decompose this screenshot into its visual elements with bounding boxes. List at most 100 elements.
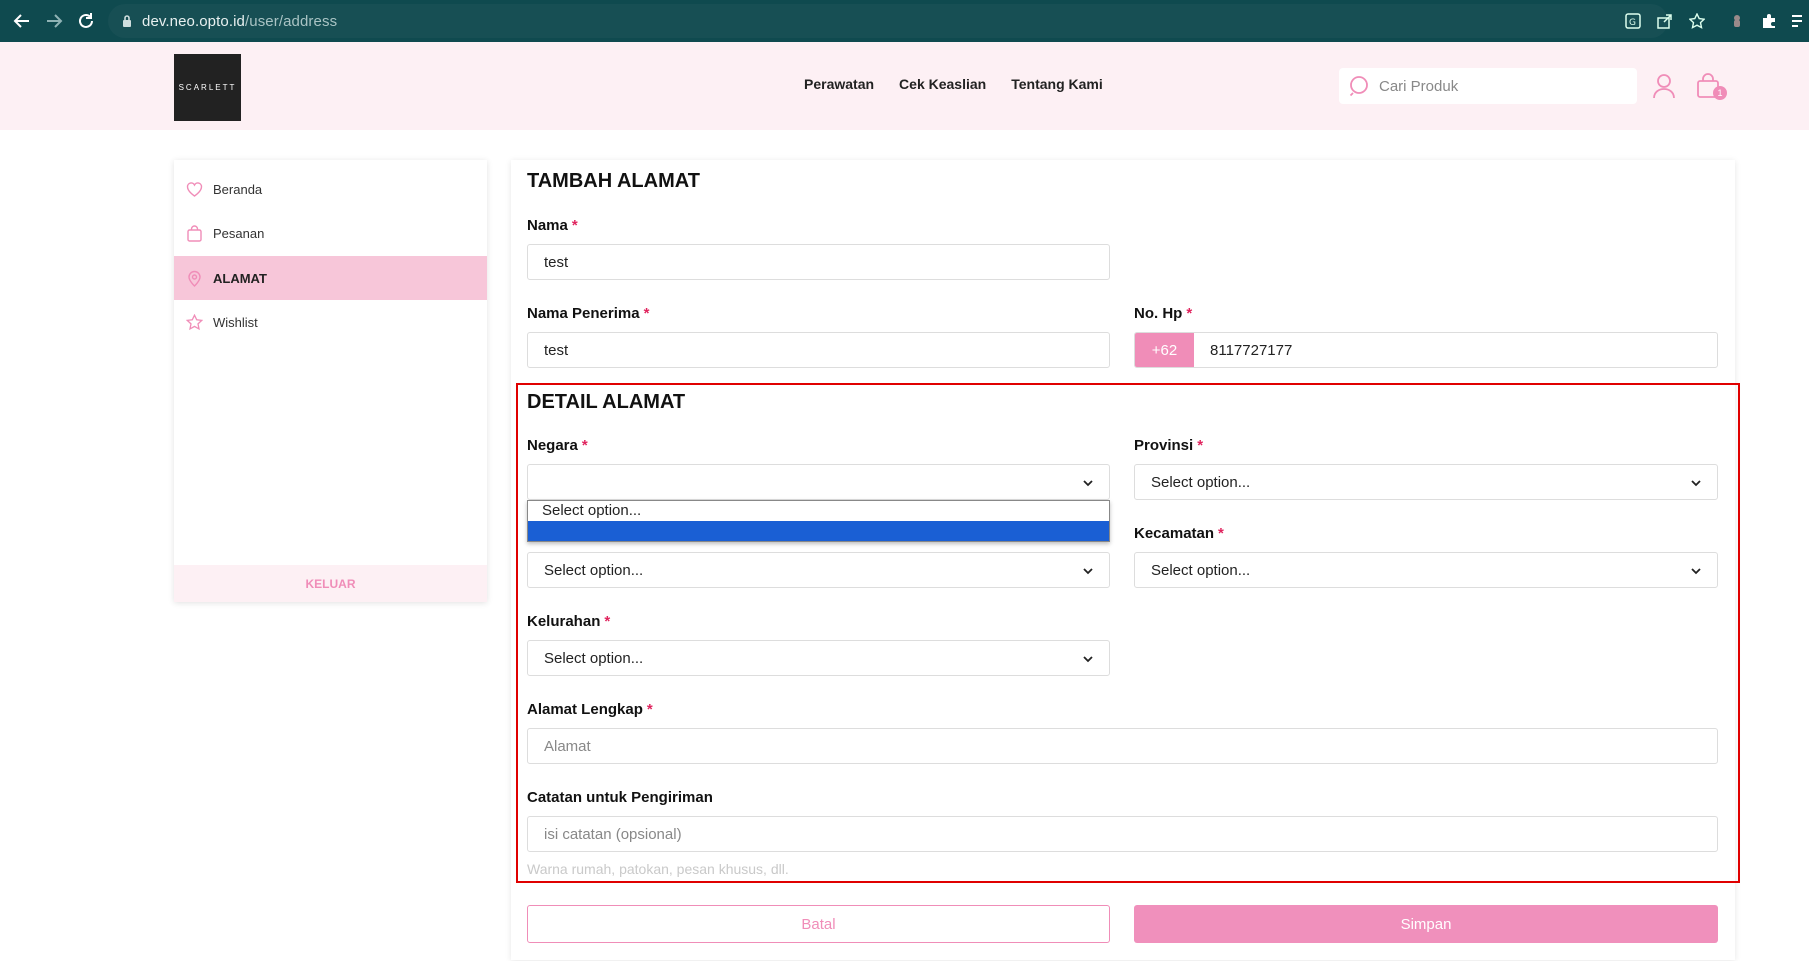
- no-hp-label-text: No. Hp: [1134, 305, 1183, 322]
- reading-list-icon[interactable]: [1789, 11, 1809, 31]
- provinsi-selected-value: Select option...: [1151, 473, 1251, 491]
- url-path: /user/address: [244, 12, 338, 30]
- logout-label: KELUAR: [305, 576, 356, 591]
- nav-link-cek-keaslian[interactable]: Cek Keaslian: [899, 76, 986, 92]
- kelurahan-label-text: Kelurahan: [527, 613, 601, 630]
- bookmark-star-icon[interactable]: [1687, 11, 1707, 31]
- nama-label-text: Nama: [527, 217, 568, 234]
- logo-text: SCARLETT: [178, 83, 237, 92]
- required-marker: *: [604, 613, 611, 630]
- alamat-lengkap-field: [527, 728, 1718, 764]
- share-icon[interactable]: [1655, 11, 1675, 31]
- sidebar-item-beranda[interactable]: Beranda: [174, 167, 487, 211]
- svg-text:G: G: [1629, 18, 1636, 28]
- negara-label-text: Negara: [527, 437, 578, 454]
- kota-select[interactable]: Select option...: [527, 552, 1110, 588]
- sidebar-item-pesanan[interactable]: Pesanan: [174, 211, 487, 255]
- dropdown-option[interactable]: Select option...: [528, 501, 1109, 521]
- brand-logo[interactable]: SCARLETT: [174, 54, 241, 121]
- provinsi-select[interactable]: Select option...: [1134, 464, 1718, 500]
- required-marker: *: [1186, 305, 1193, 322]
- required-marker: *: [646, 701, 653, 718]
- nama-penerima-label-text: Nama Penerima: [527, 305, 640, 322]
- nama-penerima-input[interactable]: [544, 341, 1081, 359]
- nama-penerima-field: [527, 332, 1110, 368]
- kota-selected-value: Select option...: [544, 561, 644, 579]
- kecamatan-label-text: Kecamatan: [1134, 525, 1215, 542]
- cart-count-badge: 1: [1713, 86, 1727, 100]
- provinsi-label-text: Provinsi: [1134, 437, 1194, 454]
- negara-select[interactable]: [527, 464, 1110, 500]
- back-icon[interactable]: [11, 10, 33, 32]
- kelurahan-selected-value: Select option...: [544, 649, 644, 667]
- location-pin-icon: [186, 270, 203, 287]
- negara-dropdown-list: Select option...: [527, 500, 1110, 542]
- main-nav: Perawatan Cek Keaslian Tentang Kami: [804, 76, 1103, 92]
- alamat-lengkap-input[interactable]: [544, 737, 1659, 755]
- negara-label: Negara *: [527, 437, 588, 454]
- cancel-button[interactable]: Batal: [527, 905, 1110, 943]
- search-icon[interactable]: [1349, 75, 1371, 97]
- kecamatan-selected-value: Select option...: [1151, 561, 1251, 579]
- save-button[interactable]: Simpan: [1134, 905, 1718, 943]
- detail-alamat-title: DETAIL ALAMAT: [527, 391, 686, 413]
- sidebar-item-alamat[interactable]: ALAMAT: [174, 256, 487, 300]
- nav-link-tentang-kami[interactable]: Tentang Kami: [1011, 76, 1103, 92]
- nama-label: Nama *: [527, 217, 578, 234]
- phone-prefix: +62: [1135, 333, 1194, 367]
- reload-icon[interactable]: [75, 10, 97, 32]
- no-hp-field: +62: [1134, 332, 1718, 368]
- user-account-icon[interactable]: [1650, 72, 1678, 100]
- chevron-down-icon: [1689, 476, 1703, 490]
- lock-icon: [122, 14, 132, 28]
- dropdown-option-highlighted[interactable]: [528, 521, 1109, 541]
- account-sidebar: Beranda Pesanan ALAMAT Wishlist KELUAR: [174, 160, 487, 602]
- alamat-lengkap-label-text: Alamat Lengkap: [527, 701, 643, 718]
- sidebar-item-label: Beranda: [213, 181, 263, 197]
- star-icon: [186, 313, 203, 331]
- search-input[interactable]: [1379, 77, 1629, 95]
- nama-field: [527, 244, 1110, 280]
- translate-icon[interactable]: G: [1623, 11, 1643, 31]
- url-text: dev.neo.opto.id/user/address: [142, 13, 337, 30]
- forward-icon[interactable]: [43, 10, 65, 32]
- no-hp-label: No. Hp *: [1134, 305, 1192, 322]
- required-marker: *: [581, 437, 588, 454]
- extension-badge-icon[interactable]: [1727, 11, 1747, 31]
- catatan-input[interactable]: [544, 825, 1659, 843]
- alamat-lengkap-label: Alamat Lengkap *: [527, 701, 653, 718]
- extensions-puzzle-icon[interactable]: [1759, 11, 1779, 31]
- sidebar-item-label: Wishlist: [213, 314, 258, 330]
- provinsi-label: Provinsi *: [1134, 437, 1203, 454]
- required-marker: *: [643, 305, 650, 322]
- required-marker: *: [1197, 437, 1204, 454]
- chevron-down-icon: [1081, 564, 1095, 578]
- catatan-label: Catatan untuk Pengiriman: [527, 789, 713, 806]
- bag-icon: [186, 224, 203, 242]
- cart-icon[interactable]: 1: [1695, 72, 1727, 100]
- kelurahan-label: Kelurahan *: [527, 613, 610, 630]
- chevron-down-icon: [1689, 564, 1703, 578]
- site-header: SCARLETT Perawatan Cek Keaslian Tentang …: [0, 42, 1809, 130]
- no-hp-input[interactable]: [1210, 341, 1692, 359]
- nama-penerima-label: Nama Penerima *: [527, 305, 649, 322]
- required-marker: *: [571, 217, 578, 234]
- catatan-hint: Warna rumah, patokan, pesan khusus, dll.: [527, 861, 789, 877]
- search-box: [1339, 68, 1637, 104]
- sidebar-item-label: Pesanan: [213, 225, 265, 241]
- chevron-down-icon: [1081, 652, 1095, 666]
- heart-icon: [186, 181, 203, 198]
- url-domain: dev.neo.opto.id: [142, 12, 245, 30]
- sidebar-item-wishlist[interactable]: Wishlist: [174, 300, 487, 344]
- kecamatan-select[interactable]: Select option...: [1134, 552, 1718, 588]
- page-title: TAMBAH ALAMAT: [527, 170, 700, 192]
- nama-input[interactable]: [544, 253, 1081, 271]
- catatan-field: [527, 816, 1718, 852]
- address-bar[interactable]: dev.neo.opto.id/user/address: [108, 4, 1668, 38]
- logout-button[interactable]: KELUAR: [174, 565, 487, 602]
- chevron-down-icon: [1081, 476, 1095, 490]
- kecamatan-label: Kecamatan *: [1134, 525, 1224, 542]
- kelurahan-select[interactable]: Select option...: [527, 640, 1110, 676]
- nav-link-perawatan[interactable]: Perawatan: [804, 76, 874, 92]
- required-marker: *: [1218, 525, 1224, 542]
